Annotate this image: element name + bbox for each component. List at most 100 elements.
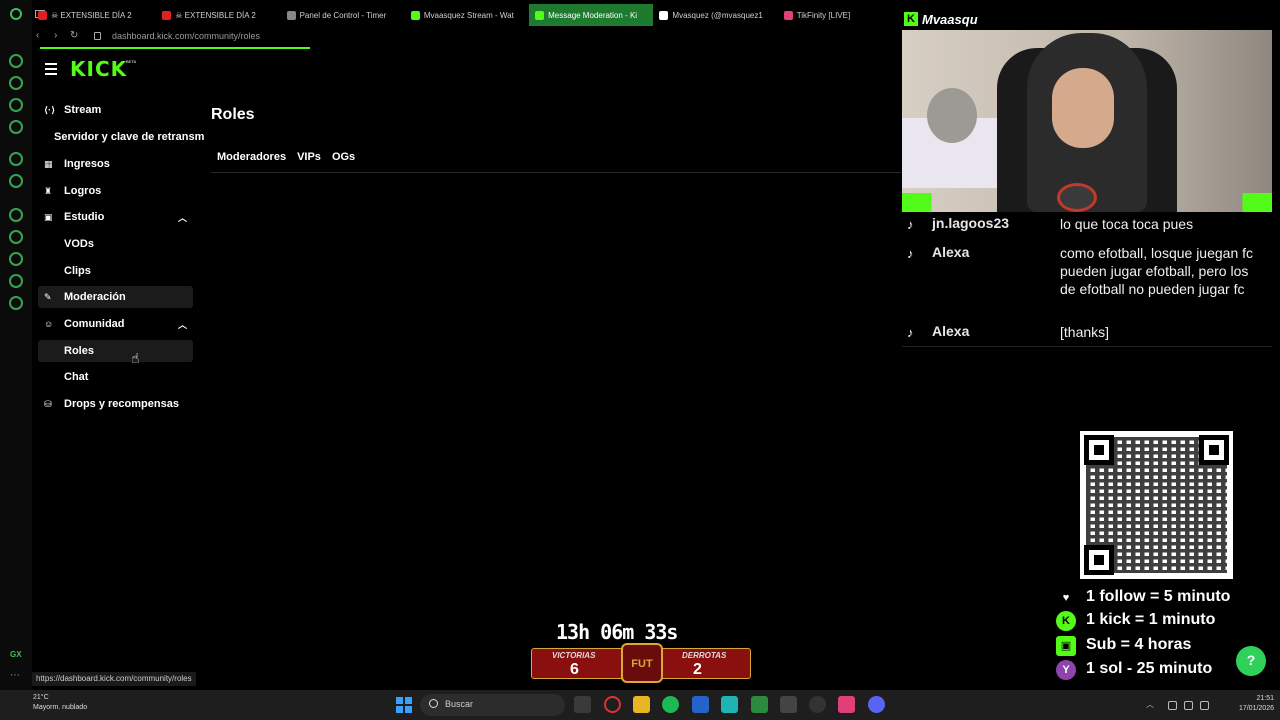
tab-vips[interactable]: VIPs — [297, 151, 321, 163]
sidebar-item-ingresos[interactable]: ▦ Ingresos — [38, 153, 193, 175]
opera-gx-icon[interactable] — [10, 8, 22, 20]
webcam-overlay: K Mvaasqu — [902, 8, 1272, 212]
chat-username: Alexa — [932, 323, 970, 339]
obs-icon[interactable] — [809, 696, 826, 713]
time: 21:51 — [1256, 695, 1274, 702]
windows-start-icon[interactable] — [396, 697, 412, 713]
revenue-icon: ▦ — [44, 159, 53, 169]
spotify-icon[interactable] — [662, 696, 679, 713]
rule-sub: Sub = 4 horas — [1086, 636, 1192, 653]
search-placeholder: Buscar — [445, 699, 474, 709]
clock[interactable]: 21:51 17/01/2026 — [1224, 694, 1274, 714]
tab-ogs[interactable]: OGs — [332, 151, 355, 163]
excel-icon[interactable] — [751, 696, 768, 713]
wrench-icon: ✎ — [44, 292, 52, 302]
tikfinity-icon — [783, 10, 793, 20]
back-icon[interactable]: ‹ — [36, 30, 39, 41]
extensions-icon[interactable] — [9, 76, 23, 90]
tray-chevron-icon[interactable]: ︿ — [1146, 699, 1155, 709]
url-field[interactable]: dashboard.kick.com/community/roles — [112, 31, 260, 41]
sidebar-item-estudio[interactable]: ▣ Estudio ︿ — [38, 206, 193, 228]
sidebar-item-vods[interactable]: VODs — [38, 233, 193, 255]
search-icon — [429, 699, 438, 708]
trophy-icon: ♜ — [44, 186, 53, 196]
rule-sol: 1 sol - 25 minuto — [1086, 660, 1213, 677]
lock-icon[interactable] — [94, 32, 101, 40]
chat-username: jn.lagoos23 — [932, 215, 1010, 231]
history-icon[interactable] — [9, 54, 23, 68]
tiktok-icon: ♪ — [907, 217, 914, 232]
tab-1[interactable]: ☠ EXTENSIBLE DÍA 2 — [32, 4, 156, 26]
tabs-divider — [211, 172, 901, 173]
settings-icon[interactable] — [9, 296, 23, 310]
sidebar-item-stream[interactable]: ⟨·⟩ Stream — [38, 99, 193, 121]
wifi-icon[interactable] — [1184, 701, 1193, 710]
sidebar-item-drops[interactable]: ⛁ Drops y recompensas — [38, 393, 193, 415]
tab-3[interactable]: Panel de Control - Timer — [281, 4, 405, 26]
chevron-up-icon[interactable]: ︿ — [178, 318, 187, 331]
mods-icon[interactable] — [9, 274, 23, 288]
tiktok-icon: ♪ — [907, 325, 914, 340]
mic-icon[interactable] — [1168, 701, 1177, 710]
chat-text: como efotball, losque juegan fc pueden j… — [1060, 245, 1254, 297]
rule-follow: 1 follow = 5 minuto — [1086, 588, 1231, 605]
reload-icon[interactable]: ↻ — [70, 30, 78, 41]
sidebar-item-chat[interactable]: Chat — [38, 366, 193, 388]
app-icon[interactable] — [721, 696, 738, 713]
kick-icon — [535, 10, 545, 20]
taskbar: 21°C Mayorm. nublado Buscar ︿ 21:51 17/0… — [0, 690, 1280, 720]
sidebar-item-server-key[interactable]: Servidor y clave de retransm — [38, 126, 204, 148]
gx-label: GX — [10, 650, 22, 659]
folder-icon[interactable] — [633, 696, 650, 713]
task-view-icon[interactable] — [574, 696, 591, 713]
opera-icon[interactable] — [604, 696, 621, 713]
discord-icon[interactable] — [868, 696, 885, 713]
whatsapp-icon[interactable] — [9, 152, 23, 166]
weather-temp: 21°C — [33, 694, 49, 701]
date: 17/01/2026 — [1238, 705, 1274, 712]
sidebar-item-moderacion[interactable]: ✎ Moderación — [38, 286, 193, 308]
tab-moderadores[interactable]: Moderadores — [217, 151, 286, 163]
x-icon[interactable] — [9, 174, 23, 188]
chat-text: lo que toca toca pues — [1060, 216, 1194, 232]
weather-desc: Mayorm. nublado — [33, 704, 88, 711]
chat-username: Alexa — [932, 244, 970, 260]
store-icon[interactable] — [692, 696, 709, 713]
clock-icon[interactable] — [9, 252, 23, 266]
loading-progress-bar — [40, 47, 310, 49]
tab-label: Mvaasquez Stream - Wat — [423, 10, 514, 20]
sidebar-item-clips[interactable]: Clips — [38, 260, 193, 282]
media-icon[interactable] — [9, 98, 23, 112]
tab-5[interactable]: Message Moderation - Ki — [529, 4, 654, 26]
player-icon[interactable] — [9, 208, 23, 222]
plush-toy — [927, 88, 977, 143]
more-icon[interactable]: ⋯ — [10, 670, 20, 681]
volume-icon[interactable] — [1200, 701, 1209, 710]
tab-4[interactable]: Mvaasquez Stream - Wat — [405, 4, 529, 26]
tab-label: Message Moderation - Ki — [548, 10, 638, 20]
chevron-up-icon[interactable]: ︿ — [178, 211, 187, 224]
sidebar-item-logros[interactable]: ♜ Logros — [38, 180, 193, 202]
forward-icon[interactable]: › — [54, 30, 57, 41]
tab-2[interactable]: ☠ EXTENSIBLE DÍA 2 — [156, 4, 280, 26]
youtube-icon — [38, 10, 47, 20]
terminal-icon[interactable] — [780, 696, 797, 713]
sidebar-item-comunidad[interactable]: ☺ Comunidad ︿ — [38, 313, 193, 335]
kick-logo[interactable]: KICK — [70, 57, 127, 81]
menu-icon[interactable] — [45, 63, 57, 78]
tab-7[interactable]: TikFinity [LIVE] — [778, 4, 902, 26]
sidebar-item-roles[interactable]: Roles — [38, 340, 193, 362]
chat-text: [thanks] — [1060, 324, 1110, 340]
role-tabs: Moderadores VIPs OGs — [217, 151, 355, 163]
kick-icon: K — [1056, 611, 1076, 631]
tiktok-live-icon[interactable] — [838, 696, 855, 713]
drops-icon: ⛁ — [44, 399, 52, 409]
taskbar-search[interactable]: Buscar — [420, 694, 565, 716]
weather-widget[interactable]: 21°C Mayorm. nublado — [33, 693, 87, 713]
browser-side-rail: GX ⋯ — [0, 0, 32, 696]
messenger-icon[interactable] — [9, 120, 23, 134]
heart-icon[interactable] — [9, 230, 23, 244]
tab-6[interactable]: Mvasquez (@mvasquez1 — [653, 4, 777, 26]
help-chat-button[interactable] — [1236, 646, 1266, 676]
page-title: Roles — [211, 106, 255, 123]
